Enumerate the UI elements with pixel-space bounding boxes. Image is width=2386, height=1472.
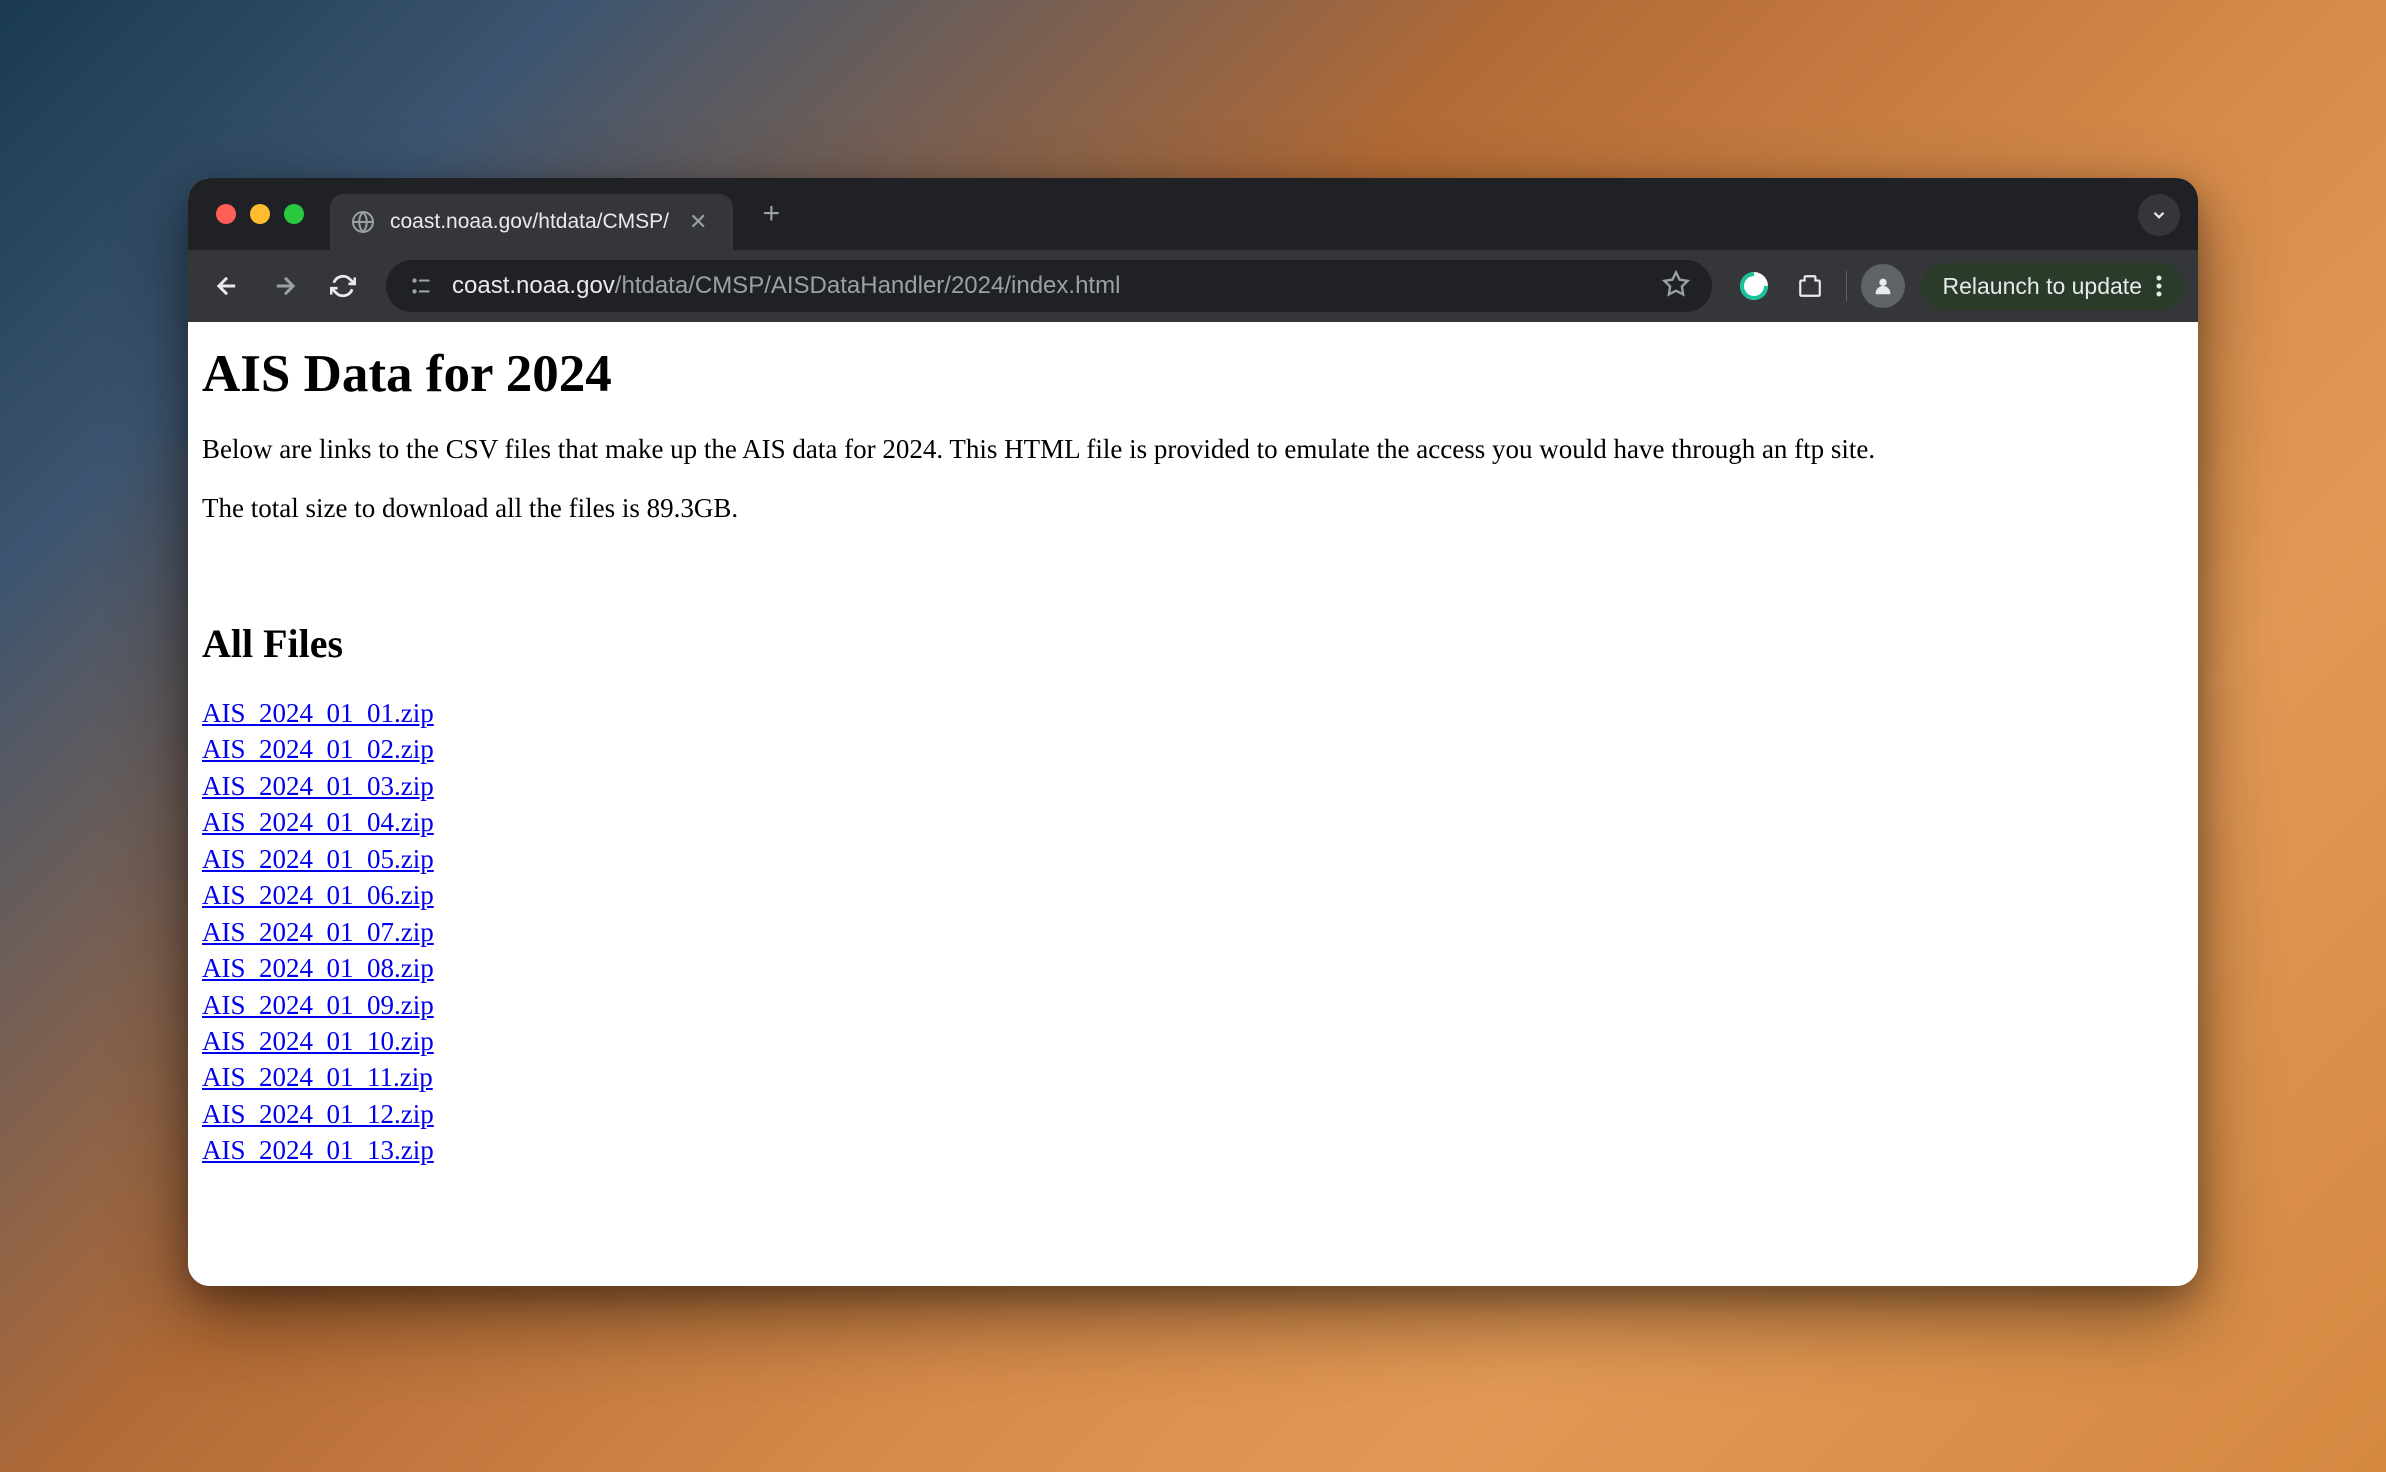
page-content: AIS Data for 2024 Below are links to the… — [188, 322, 2198, 1286]
file-link[interactable]: AIS_2024_01_06.zip — [202, 877, 434, 913]
file-link[interactable]: AIS_2024_01_08.zip — [202, 950, 434, 986]
url-text: coast.noaa.gov/htdata/CMSP/AISDataHandle… — [452, 272, 1644, 300]
toolbar-right: Relaunch to update — [1730, 262, 2185, 310]
extension-grammarly-icon[interactable] — [1730, 262, 1778, 310]
file-link[interactable]: AIS_2024_01_10.zip — [202, 1023, 434, 1059]
window-controls — [188, 204, 304, 224]
tabs-dropdown-button[interactable] — [2138, 194, 2180, 236]
more-vert-icon — [2156, 275, 2162, 297]
file-link[interactable]: AIS_2024_01_04.zip — [202, 804, 434, 840]
window-maximize-button[interactable] — [284, 204, 304, 224]
profile-button[interactable] — [1859, 262, 1907, 310]
address-bar[interactable]: coast.noaa.gov/htdata/CMSP/AISDataHandle… — [386, 260, 1712, 312]
file-link[interactable]: AIS_2024_01_09.zip — [202, 987, 434, 1023]
tab-close-button[interactable]: ✕ — [683, 207, 713, 237]
browser-toolbar: coast.noaa.gov/htdata/CMSP/AISDataHandle… — [188, 250, 2198, 322]
relaunch-to-update-button[interactable]: Relaunch to update — [1921, 263, 2185, 310]
browser-window: coast.noaa.gov/htdata/CMSP/ ✕ + — [188, 178, 2198, 1286]
extensions-icon[interactable] — [1786, 262, 1834, 310]
intro-paragraph: Below are links to the CSV files that ma… — [202, 434, 2184, 465]
file-link[interactable]: AIS_2024_01_12.zip — [202, 1096, 434, 1132]
file-link[interactable]: AIS_2024_01_07.zip — [202, 914, 434, 950]
toolbar-separator — [1846, 271, 1847, 301]
window-minimize-button[interactable] — [250, 204, 270, 224]
file-link[interactable]: AIS_2024_01_11.zip — [202, 1059, 433, 1095]
bookmark-star-icon[interactable] — [1662, 270, 1690, 303]
new-tab-button[interactable]: + — [751, 194, 791, 234]
file-link[interactable]: AIS_2024_01_05.zip — [202, 841, 434, 877]
back-button[interactable] — [202, 261, 252, 311]
file-link[interactable]: AIS_2024_01_02.zip — [202, 731, 434, 767]
forward-button[interactable] — [260, 261, 310, 311]
reload-button[interactable] — [318, 261, 368, 311]
files-heading: All Files — [202, 620, 2184, 667]
file-link[interactable]: AIS_2024_01_03.zip — [202, 768, 434, 804]
file-list: AIS_2024_01_01.zipAIS_2024_01_02.zipAIS_… — [202, 695, 2184, 1169]
globe-icon — [350, 209, 376, 235]
tab-title: coast.noaa.gov/htdata/CMSP/ — [390, 210, 669, 234]
titlebar: coast.noaa.gov/htdata/CMSP/ ✕ + — [188, 178, 2198, 250]
url-host: coast.noaa.gov — [452, 272, 615, 299]
file-link[interactable]: AIS_2024_01_13.zip — [202, 1132, 434, 1168]
file-link[interactable]: AIS_2024_01_01.zip — [202, 695, 434, 731]
browser-tab[interactable]: coast.noaa.gov/htdata/CMSP/ ✕ — [330, 194, 733, 250]
url-path: /htdata/CMSP/AISDataHandler/2024/index.h… — [615, 272, 1121, 299]
page-heading: AIS Data for 2024 — [202, 344, 2184, 404]
total-size-paragraph: The total size to download all the files… — [202, 493, 2184, 524]
relaunch-label: Relaunch to update — [1943, 273, 2143, 300]
site-info-icon[interactable] — [408, 273, 434, 299]
window-close-button[interactable] — [216, 204, 236, 224]
